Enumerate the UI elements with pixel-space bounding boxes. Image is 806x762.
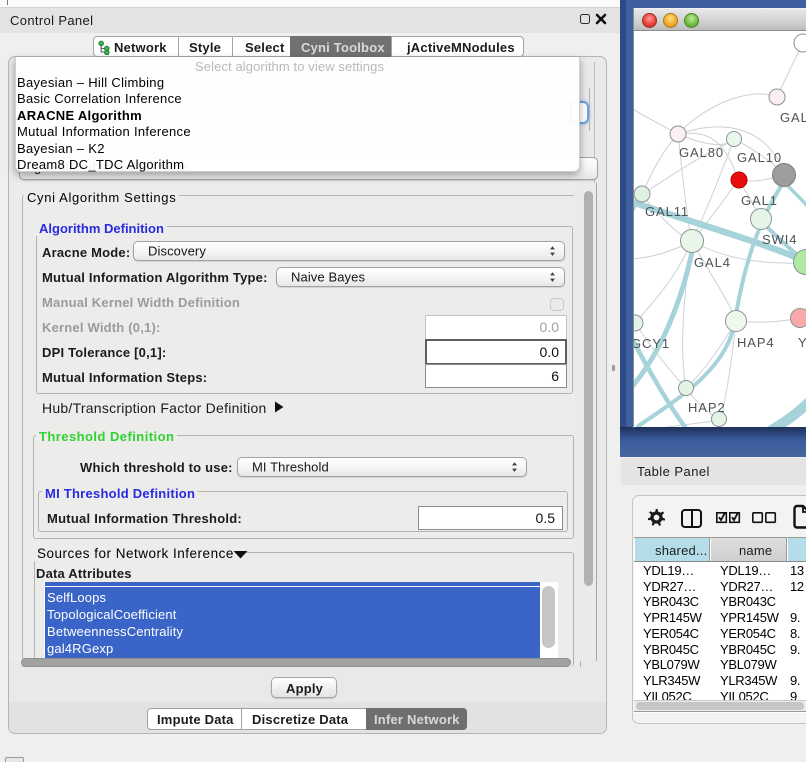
svg-text:GAL: GAL (780, 110, 806, 125)
svg-text:GAL80: GAL80 (679, 145, 724, 160)
svg-text:SWI4: SWI4 (762, 232, 797, 247)
svg-text:GAL4: GAL4 (694, 255, 731, 270)
svg-text:GAL11: GAL11 (645, 204, 689, 219)
svg-text:HAP4: HAP4 (737, 335, 775, 350)
svg-text:Y: Y (798, 335, 806, 350)
svg-text:GAL1: GAL1 (741, 193, 778, 208)
svg-text:HAP2: HAP2 (688, 400, 726, 415)
svg-text:GCY1: GCY1 (634, 336, 670, 351)
svg-text:GAL10: GAL10 (737, 150, 782, 165)
